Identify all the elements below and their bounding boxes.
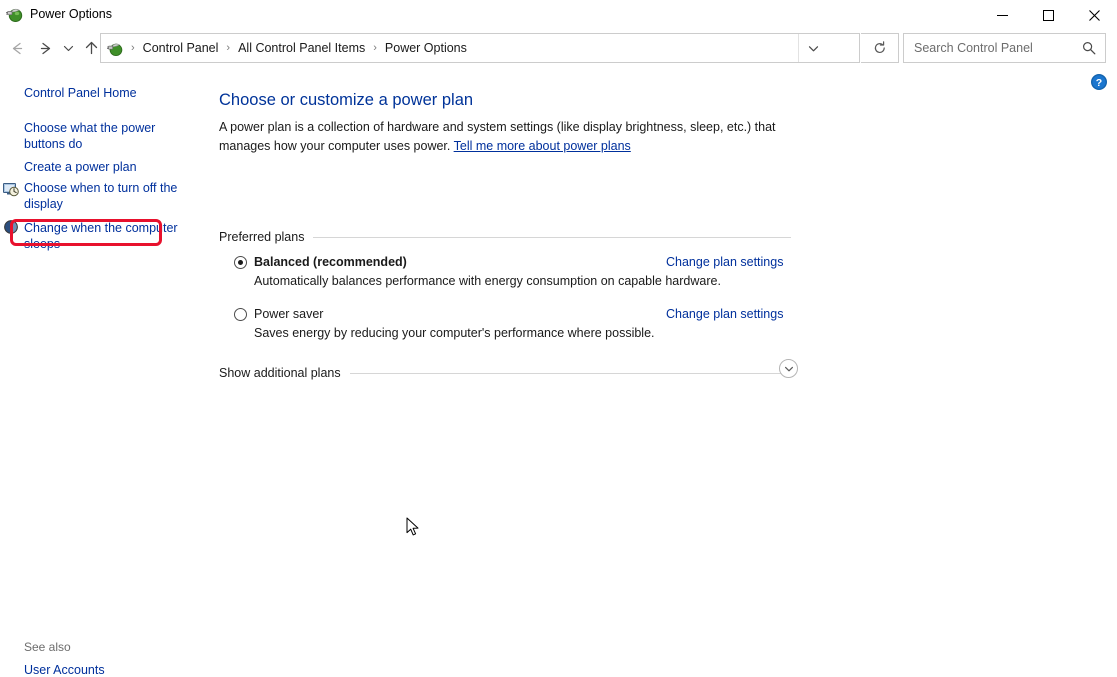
address-power-options-icon	[107, 40, 124, 57]
show-additional-plans-header[interactable]: Show additional plans	[219, 366, 791, 380]
breadcrumb-separator: ›	[373, 42, 377, 54]
plan-description: Saves energy by reducing your computer's…	[254, 326, 655, 340]
chevron-down-icon[interactable]	[779, 359, 798, 378]
radio-balanced[interactable]	[234, 255, 247, 269]
content-area: ? Control Panel Home Choose what the pow…	[0, 67, 1117, 677]
breadcrumb-power-options[interactable]: Power Options	[384, 39, 468, 57]
sidebar-item-label: Control Panel Home	[24, 86, 137, 100]
recent-locations-button[interactable]	[58, 33, 78, 63]
sleep-moon-icon	[3, 219, 19, 235]
sidebar-item-control-panel-home[interactable]: Control Panel Home	[24, 85, 194, 101]
plan-name: Power saver	[254, 307, 324, 321]
plan-description: Automatically balances performance with …	[254, 274, 721, 288]
forward-button[interactable]	[32, 33, 58, 63]
display-clock-icon	[3, 181, 19, 197]
breadcrumb-separator: ›	[226, 42, 231, 54]
change-plan-settings-balanced[interactable]: Change plan settings	[666, 255, 783, 269]
radio-power-saver[interactable]	[234, 307, 247, 321]
search-input[interactable]	[912, 40, 1072, 56]
help-icon[interactable]: ?	[1091, 74, 1107, 90]
window-controls	[979, 0, 1117, 30]
page-description: A power plan is a collection of hardware…	[219, 118, 799, 156]
address-bar[interactable]: › Control Panel › All Control Panel Item…	[100, 33, 860, 63]
preferred-plans-label: Preferred plans	[219, 230, 305, 244]
sidebar-item-choose-power-buttons[interactable]: Choose what the power buttons do	[24, 120, 164, 152]
address-dropdown-button[interactable]	[798, 34, 828, 62]
sidebar-item-label: Create a power plan	[24, 160, 137, 174]
header-divider	[349, 372, 791, 374]
close-button[interactable]	[1071, 0, 1117, 30]
sidebar-item-label: Choose when to turn off the display	[24, 181, 178, 211]
breadcrumb-control-panel[interactable]: Control Panel	[142, 39, 220, 57]
sidebar-item-computer-sleeps[interactable]: Change when the computer sleeps	[24, 220, 184, 252]
page-title: Choose or customize a power plan	[219, 91, 474, 109]
header-divider	[313, 236, 791, 238]
see-also-label: See also	[24, 640, 71, 654]
back-button[interactable]	[4, 33, 30, 63]
maximize-button[interactable]	[1025, 0, 1071, 30]
search-icon[interactable]	[1082, 41, 1096, 60]
show-additional-plans-label: Show additional plans	[219, 366, 341, 380]
svg-text:?: ?	[1096, 77, 1102, 89]
sidebar-item-label: Change when the computer sleeps	[24, 221, 178, 251]
breadcrumb-all-control-panel-items[interactable]: All Control Panel Items	[237, 39, 366, 57]
title-bar: Power Options	[0, 0, 1117, 30]
tell-me-more-link[interactable]: Tell me more about power plans	[454, 139, 631, 153]
plan-power-saver[interactable]: Power saver Saves energy by reducing you…	[234, 307, 655, 340]
power-options-icon	[6, 5, 24, 23]
refresh-button[interactable]	[861, 33, 899, 63]
breadcrumb-separator: ›	[131, 42, 135, 54]
window-title: Power Options	[30, 7, 112, 21]
preferred-plans-header: Preferred plans	[219, 230, 791, 244]
sidebar-item-label: Choose what the power buttons do	[24, 121, 156, 151]
sidebar-item-turn-off-display[interactable]: Choose when to turn off the display	[24, 180, 184, 212]
sidebar-item-create-power-plan[interactable]: Create a power plan	[24, 159, 174, 175]
plan-name: Balanced (recommended)	[254, 255, 407, 269]
minimize-button[interactable]	[979, 0, 1025, 30]
arrow-cursor	[406, 517, 421, 543]
see-also-user-accounts-link[interactable]: User Accounts	[24, 663, 105, 677]
sidebar: Control Panel Home Choose what the power…	[0, 67, 215, 677]
search-box[interactable]	[903, 33, 1106, 63]
plan-balanced[interactable]: Balanced (recommended) Automatically bal…	[234, 255, 721, 288]
navigation-bar: › Control Panel › All Control Panel Item…	[0, 31, 1117, 67]
change-plan-settings-power-saver[interactable]: Change plan settings	[666, 307, 783, 321]
